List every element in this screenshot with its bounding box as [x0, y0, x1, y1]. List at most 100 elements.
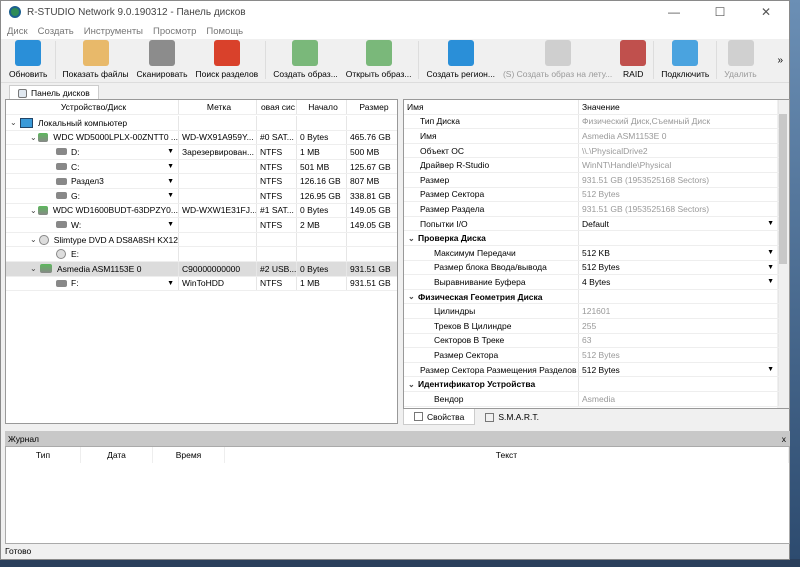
dropdown-arrow-icon[interactable]: ▼: [167, 192, 174, 199]
disk-row[interactable]: E:: [6, 247, 397, 262]
dropdown-arrow-icon[interactable]: ▼: [167, 280, 174, 287]
property-row[interactable]: Цилиндры121601: [404, 304, 779, 319]
property-value[interactable]: Default▼: [579, 217, 779, 231]
property-row[interactable]: Размер Раздела931.51 GB (1953525168 Sect…: [404, 202, 779, 217]
smart-icon: [485, 413, 494, 422]
menu-item[interactable]: Диск: [7, 26, 28, 37]
property-row[interactable]: Размер Сектора Размещения Разделов512 By…: [404, 363, 779, 378]
optical-disc-icon: [56, 249, 66, 259]
property-row[interactable]: Размер Сектора512 Bytes: [404, 188, 779, 203]
disk-row[interactable]: ⌄Asmedia ASM1153E 0C90000000000#2 USB...…: [6, 262, 397, 277]
property-row[interactable]: Попытки I/ODefault▼: [404, 217, 779, 232]
property-row[interactable]: Выравнивание Буфера4 Bytes▼: [404, 275, 779, 290]
property-row[interactable]: Тип ДискаФизический Диск,Съемный Диск: [404, 115, 779, 130]
property-value[interactable]: 512 Bytes▼: [579, 363, 779, 377]
property-value-text: 512 Bytes: [582, 350, 620, 360]
toolbar-button-2[interactable]: Сканировать: [133, 40, 192, 79]
dropdown-arrow-icon[interactable]: ▼: [167, 163, 174, 170]
disk-row[interactable]: W:▼NTFS2 MB149.05 GB: [6, 218, 397, 233]
tab-disk-panel[interactable]: Панель дисков: [9, 85, 99, 100]
journal-column-header[interactable]: Тип: [6, 447, 81, 463]
toolbar-button-1[interactable]: Показать файлы: [59, 40, 133, 79]
property-row[interactable]: Объект ОС\\.\PhysicalDrive2: [404, 144, 779, 159]
property-row[interactable]: ⌄Физическая Геометрия Диска: [404, 290, 779, 305]
property-name-text: Секторов В Треке: [434, 335, 504, 345]
close-button[interactable]: ✕: [743, 1, 789, 23]
collapse-chevron-icon[interactable]: ⌄: [408, 380, 418, 389]
property-row[interactable]: ВендорAsmedia: [404, 392, 779, 407]
refresh-icon: [15, 40, 41, 66]
journal-column-header[interactable]: Дата: [81, 447, 153, 463]
property-value[interactable]: 512 KB▼: [579, 246, 779, 260]
expand-chevron-icon[interactable]: ⌄: [30, 206, 38, 215]
property-row[interactable]: Драйвер R-StudioWinNT\Handle\Physical: [404, 158, 779, 173]
column-header[interactable]: Устройство/Диск: [6, 100, 179, 114]
disk-row[interactable]: G:▼NTFS126.95 GB338.81 GB: [6, 189, 397, 204]
journal-close-button[interactable]: x: [782, 434, 786, 444]
column-header[interactable]: овая сис: [257, 100, 297, 114]
dropdown-arrow-icon[interactable]: ▼: [167, 148, 174, 155]
property-value[interactable]: 512 Bytes▼: [579, 261, 779, 275]
toolbar-button-6[interactable]: Создать регион...: [422, 40, 498, 79]
property-row[interactable]: Секторов В Треке63: [404, 334, 779, 349]
column-header[interactable]: Значение: [579, 100, 779, 114]
property-value[interactable]: 4 Bytes▼: [579, 275, 779, 289]
disk-row[interactable]: D:▼Зарезервирован...NTFS1 MB500 MB: [6, 145, 397, 160]
toolbar-button-5[interactable]: Открыть образ...: [342, 40, 416, 79]
property-row[interactable]: ⌄Проверка Диска: [404, 231, 779, 246]
disk-row[interactable]: C:▼NTFS501 MB125.67 GB: [6, 160, 397, 175]
property-row[interactable]: ⌄Идентификатор Устройства: [404, 377, 779, 392]
disk-row[interactable]: ⌄Локальный компьютер: [6, 116, 397, 131]
menu-item[interactable]: Создать: [38, 26, 74, 37]
dropdown-arrow-icon[interactable]: ▼: [167, 178, 174, 185]
dropdown-arrow-icon[interactable]: ▼: [767, 249, 774, 256]
disk-row[interactable]: ⌄WDC WD5000LPLX-00ZNTT0 ...WD-WX91A959Y.…: [6, 131, 397, 146]
column-header[interactable]: Начало: [297, 100, 347, 114]
toolbar-button-3[interactable]: Поиск разделов: [192, 40, 263, 79]
toolbar-button-0[interactable]: Обновить: [5, 40, 52, 79]
image-on-fly-icon: [545, 40, 571, 66]
toolbar-button-8[interactable]: RAID: [616, 40, 650, 79]
expand-chevron-icon[interactable]: ⌄: [30, 133, 38, 142]
menu-item[interactable]: Просмотр: [153, 26, 196, 37]
menu-item[interactable]: Инструменты: [84, 26, 143, 37]
property-row[interactable]: Максимум Передачи512 KB▼: [404, 246, 779, 261]
dropdown-arrow-icon[interactable]: ▼: [767, 264, 774, 271]
dropdown-arrow-icon[interactable]: ▼: [767, 278, 774, 285]
toolbar-overflow-button[interactable]: »: [777, 55, 783, 66]
column-header[interactable]: Метка: [179, 100, 257, 114]
expand-chevron-icon[interactable]: ⌄: [30, 264, 40, 273]
collapse-chevron-icon[interactable]: ⌄: [408, 234, 418, 243]
tab-properties[interactable]: Свойства: [403, 409, 475, 425]
property-row[interactable]: Размер блока Ввода/вывода512 Bytes▼: [404, 261, 779, 276]
expand-chevron-icon[interactable]: ⌄: [30, 235, 39, 244]
property-value-text: 931.51 GB (1953525168 Sectors): [582, 204, 709, 214]
maximize-button[interactable]: ☐: [697, 1, 743, 23]
toolbar-button-7[interactable]: (S) Создать образ на лету...: [499, 40, 616, 79]
toolbar-button-4[interactable]: Создать образ...: [269, 40, 342, 79]
dropdown-arrow-icon[interactable]: ▼: [167, 221, 174, 228]
journal-column-header[interactable]: Время: [153, 447, 225, 463]
journal-column-header[interactable]: Текст: [225, 447, 789, 463]
disk-row[interactable]: Раздел3▼NTFS126.16 GB807 MB: [6, 174, 397, 189]
property-row[interactable]: Размер931.51 GB (1953525168 Sectors): [404, 173, 779, 188]
scrollbar-thumb[interactable]: [779, 114, 787, 264]
collapse-chevron-icon[interactable]: ⌄: [408, 292, 418, 301]
disk-row[interactable]: ⌄WDC WD1600BUDT-63DPZY0...WD-WXW1E31FJ..…: [6, 204, 397, 219]
property-row[interactable]: Размер Сектора512 Bytes: [404, 348, 779, 363]
dropdown-arrow-icon[interactable]: ▼: [767, 366, 774, 373]
disk-row[interactable]: ⌄Slimtype DVD A DS8A8SH KX12: [6, 233, 397, 248]
property-row[interactable]: ИмяAsmedia ASM1153E 0: [404, 129, 779, 144]
toolbar-button-10[interactable]: Удалить: [720, 40, 760, 79]
partition-icon: [56, 280, 67, 287]
menu-item[interactable]: Помощь: [206, 26, 243, 37]
tab-smart[interactable]: S.M.A.R.T.: [475, 409, 549, 425]
column-header[interactable]: Имя: [404, 100, 579, 114]
toolbar-button-9[interactable]: Подключить: [657, 40, 713, 79]
minimize-button[interactable]: —: [651, 1, 697, 23]
expand-chevron-icon[interactable]: ⌄: [10, 118, 20, 127]
column-header[interactable]: Размер: [347, 100, 398, 114]
property-row[interactable]: Треков В Цилиндре255: [404, 319, 779, 334]
dropdown-arrow-icon[interactable]: ▼: [767, 220, 774, 227]
disk-row[interactable]: F:▼WinToHDDNTFS1 MB931.51 GB: [6, 277, 397, 292]
